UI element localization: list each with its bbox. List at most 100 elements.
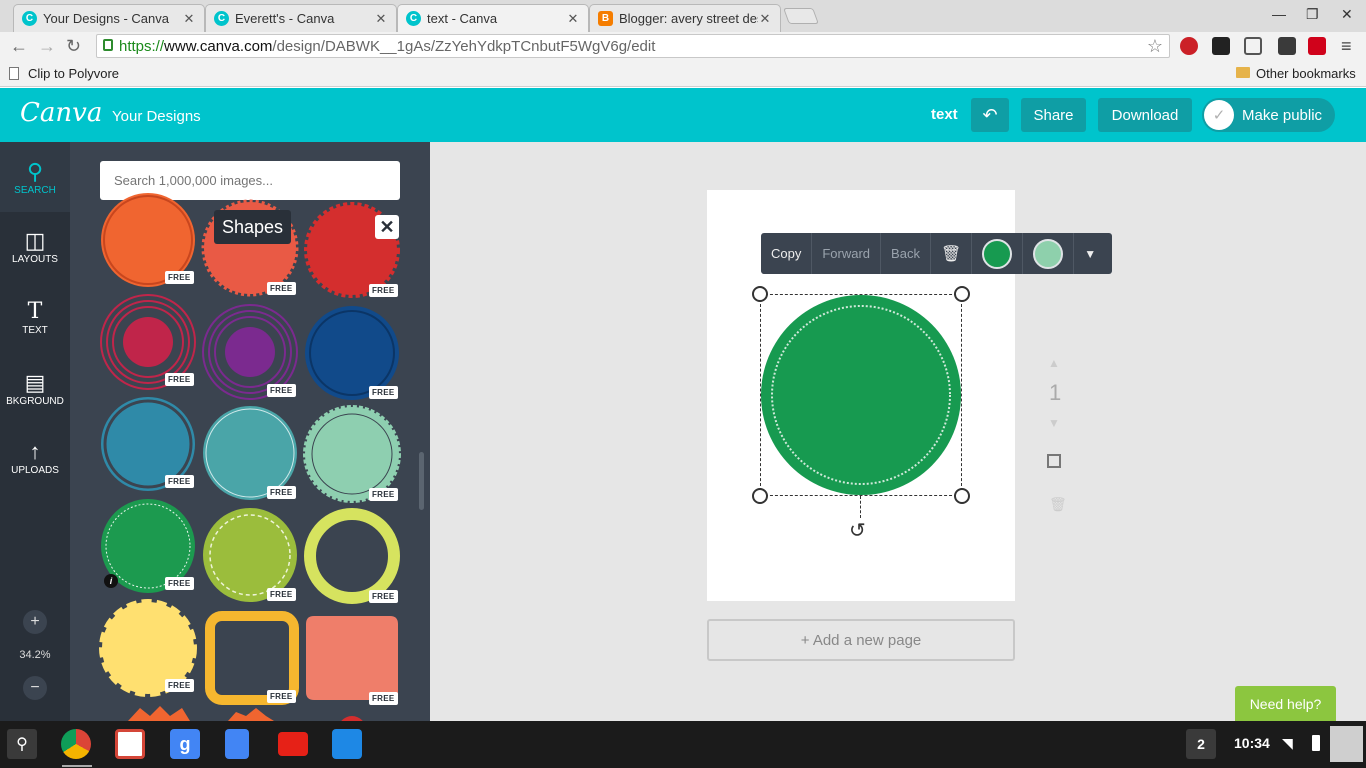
resize-handle-tl[interactable] xyxy=(752,286,768,302)
shape-mint-beaded-circle[interactable] xyxy=(303,405,401,503)
page-down-icon[interactable]: ▼ xyxy=(1048,416,1060,430)
rotate-stem xyxy=(860,496,861,518)
sidebar-item-label: SEARCH xyxy=(14,185,56,196)
sidebar-item-label: TEXT xyxy=(22,325,48,336)
upload-icon: ↑ xyxy=(29,439,41,464)
resize-handle-bl[interactable] xyxy=(752,488,768,504)
share-button[interactable]: Share xyxy=(1021,98,1086,132)
sidebar-item-layouts[interactable]: ◫ LAYOUTS xyxy=(0,228,70,265)
duplicate-page-icon[interactable] xyxy=(1047,454,1061,468)
download-button[interactable]: Download xyxy=(1098,98,1192,132)
close-window-icon[interactable]: ✕ xyxy=(1341,6,1353,23)
add-page-button[interactable]: + Add a new page xyxy=(707,619,1015,661)
docs-icon[interactable] xyxy=(225,729,249,759)
forward-arrow-icon[interactable]: → xyxy=(38,36,56,57)
sidebar-item-text[interactable]: T TEXT xyxy=(0,299,70,336)
screen: C Your Designs - Canva ✕ C Everett's - C… xyxy=(0,0,1366,768)
check-icon: ✓ xyxy=(1204,100,1234,130)
eyedropper-icon[interactable] xyxy=(1278,37,1296,55)
free-badge: FREE xyxy=(165,679,194,692)
your-designs-link[interactable]: Your Designs xyxy=(112,108,201,125)
make-public-toggle[interactable]: ✓ Make public xyxy=(1202,98,1335,132)
restore-icon[interactable]: ❐ xyxy=(1306,6,1319,23)
make-public-label: Make public xyxy=(1242,106,1323,124)
color-swatch-1[interactable] xyxy=(972,233,1024,274)
close-icon[interactable]: ✕ xyxy=(375,215,399,239)
undo-icon: ↶ xyxy=(982,104,998,125)
shape-orange-square-frame[interactable] xyxy=(205,611,299,705)
other-bookmarks[interactable]: Other bookmarks xyxy=(1256,66,1356,81)
free-badge: FREE xyxy=(369,488,398,501)
zoom-in-button[interactable]: + xyxy=(23,610,47,634)
shape-partial-row xyxy=(128,706,363,721)
buffer-icon[interactable] xyxy=(1212,37,1230,55)
menu-icon[interactable]: ≡ xyxy=(1341,36,1352,57)
shape-salmon-label[interactable] xyxy=(306,616,398,700)
design-title[interactable]: text xyxy=(931,106,958,123)
forward-button[interactable]: Forward xyxy=(812,233,882,274)
shapes-tooltip: Shapes xyxy=(214,210,292,244)
info-icon[interactable]: i xyxy=(104,574,118,588)
zoom-level: 34.2% xyxy=(19,649,51,661)
pinterest-icon[interactable] xyxy=(1180,37,1198,55)
google-icon[interactable]: g xyxy=(170,729,200,759)
need-help-button[interactable]: Need help? xyxy=(1235,686,1336,721)
battery-icon xyxy=(1312,735,1320,751)
chevron-down-icon[interactable]: ▼ xyxy=(1074,233,1106,274)
folder-icon xyxy=(1236,67,1250,78)
layouts-icon: ◫ xyxy=(24,228,46,253)
resize-handle-tr[interactable] xyxy=(954,286,970,302)
youtube-icon[interactable] xyxy=(278,732,308,756)
tab-text-canva[interactable]: C text - Canva ✕ xyxy=(397,4,589,32)
back-button[interactable]: Back xyxy=(881,233,931,274)
lastpass-icon[interactable] xyxy=(1308,37,1326,55)
panel-scrollbar[interactable] xyxy=(419,452,424,510)
trash-icon[interactable]: 🗑 xyxy=(931,233,973,274)
tab-blogger[interactable]: B Blogger: avery street des ✕ xyxy=(589,4,781,32)
canva-header: Canva Your Designs text ↶ Share Download… xyxy=(0,88,1366,142)
lock-icon xyxy=(103,39,113,51)
avatar[interactable] xyxy=(1330,726,1363,762)
tab-your-designs[interactable]: C Your Designs - Canva ✕ xyxy=(13,4,205,32)
color-swatch-2[interactable] xyxy=(1023,233,1075,274)
browser-tab-strip: C Your Designs - Canva ✕ C Everett's - C… xyxy=(0,0,1366,32)
sidebar-item-label: BKGROUND xyxy=(6,396,64,407)
files-icon[interactable] xyxy=(332,729,362,759)
reload-icon[interactable]: ↻ xyxy=(66,36,81,57)
resize-handle-br[interactable] xyxy=(954,488,970,504)
cast-icon[interactable] xyxy=(1244,37,1262,55)
close-tab-icon[interactable]: ✕ xyxy=(374,11,388,27)
chrome-icon[interactable] xyxy=(61,729,91,759)
free-badge: FREE xyxy=(369,386,398,399)
notification-count[interactable]: 2 xyxy=(1186,729,1216,759)
new-tab-button[interactable] xyxy=(783,8,819,24)
page-up-icon[interactable]: ▲ xyxy=(1048,356,1060,370)
close-tab-icon[interactable]: ✕ xyxy=(182,11,196,27)
rotate-icon[interactable]: ↺ xyxy=(849,518,866,543)
bookmark-clip-to-polyvore[interactable]: Clip to Polyvore xyxy=(28,66,119,81)
sidebar-item-uploads[interactable]: ↑ UPLOADS xyxy=(0,439,70,476)
close-tab-icon[interactable]: ✕ xyxy=(758,11,772,27)
tab-title: text - Canva xyxy=(427,11,498,26)
close-tab-icon[interactable]: ✕ xyxy=(566,11,580,27)
canva-logo[interactable]: Canva xyxy=(20,98,102,128)
clock[interactable]: 10:34 xyxy=(1234,735,1270,751)
canva-icon: C xyxy=(214,11,229,26)
minimize-icon[interactable]: — xyxy=(1272,6,1286,22)
os-taskbar: ⚲ g 2 10:34 ◥ xyxy=(0,721,1366,768)
sidebar-item-search[interactable]: ⚲ SEARCH xyxy=(0,159,70,196)
shapes-panel: FREE FREE FREE FREE FREE FREE FREE FREE … xyxy=(70,142,430,721)
bookmark-star-icon[interactable]: ☆ xyxy=(1147,36,1163,57)
delete-page-icon[interactable]: 🗑 xyxy=(1049,496,1067,513)
zoom-out-button[interactable]: − xyxy=(23,676,47,700)
undo-button[interactable]: ↶ xyxy=(971,98,1009,132)
sidebar-item-background[interactable]: ▤ BKGROUND xyxy=(0,370,70,407)
blogger-icon: B xyxy=(598,11,613,26)
back-arrow-icon[interactable]: ← xyxy=(10,36,28,57)
copy-button[interactable]: Copy xyxy=(761,233,813,274)
tab-everetts[interactable]: C Everett's - Canva ✕ xyxy=(205,4,397,32)
shape-yellow-wavy-ring[interactable] xyxy=(304,508,400,604)
gmail-icon[interactable] xyxy=(115,729,145,759)
url-field[interactable]: https:// www.canva.com /design/DABWK__1g… xyxy=(96,34,1170,58)
launcher-search-icon[interactable]: ⚲ xyxy=(7,729,37,759)
